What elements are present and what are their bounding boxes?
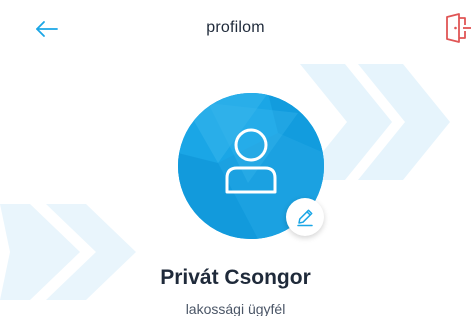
logout-button[interactable] xyxy=(443,13,471,43)
edit-profile-button[interactable] xyxy=(286,198,324,236)
profile-name: Privát Csongor xyxy=(160,266,311,289)
pencil-icon xyxy=(297,209,313,227)
page-title: profilom xyxy=(206,19,265,36)
profile-role: lakossági ügyfél xyxy=(185,301,286,316)
profile-screen: profilom Privát Csongor lakossági ügyfél xyxy=(0,0,471,316)
user-icon xyxy=(225,128,277,194)
app-header: profilom xyxy=(0,0,471,58)
logout-door-icon xyxy=(446,13,471,43)
